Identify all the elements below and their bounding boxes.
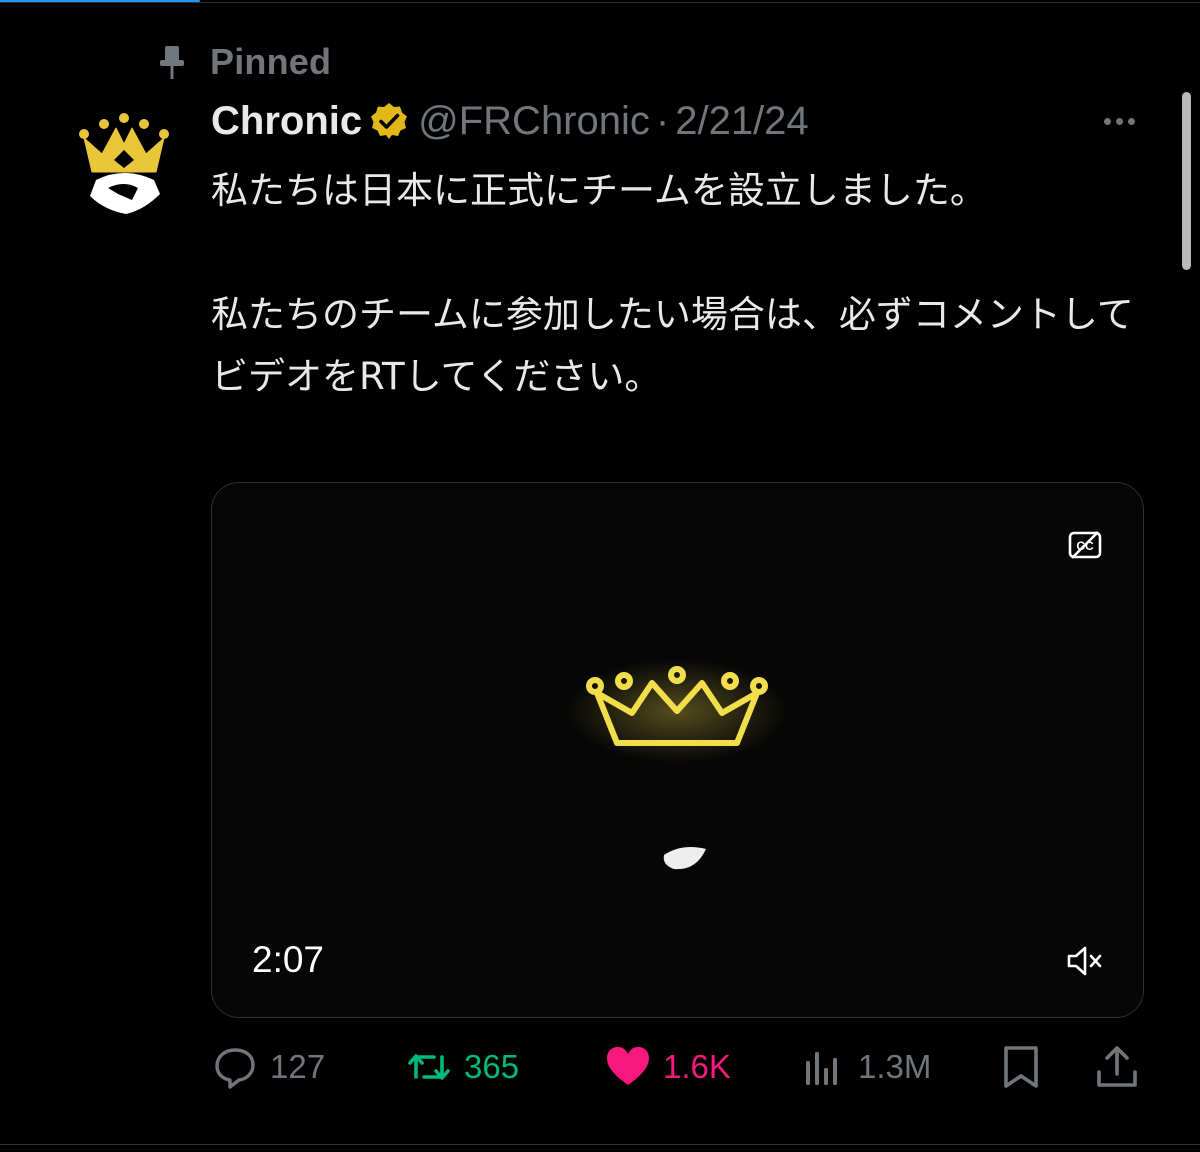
more-dot-icon (1103, 117, 1111, 125)
tweet-text: 私たちは日本に正式にチームを設立しました。 私たちのチームに参加したい場合は、必… (211, 160, 1151, 408)
more-dot-icon (1127, 117, 1135, 125)
like-button[interactable]: 1.6K (605, 1042, 731, 1092)
retweet-count: 365 (464, 1048, 520, 1085)
share-icon (1097, 1046, 1137, 1087)
verified-badge-icon[interactable] (370, 102, 408, 140)
pin-icon (160, 46, 184, 79)
share-button[interactable] (1094, 1042, 1140, 1092)
reply-button[interactable]: 127 (212, 1042, 325, 1092)
crown-logo-icon (79, 113, 169, 214)
more-options-button[interactable] (1094, 104, 1144, 138)
tweet-date[interactable]: 2/21/24 (675, 99, 808, 144)
more-dot-icon (1115, 117, 1123, 125)
separator-dot: · (655, 98, 670, 143)
reply-icon (215, 1048, 255, 1089)
retweet-button[interactable]: 365 (406, 1042, 519, 1092)
like-count: 1.6K (663, 1048, 731, 1085)
author-handle[interactable]: @FRChronic (418, 99, 650, 144)
closed-captions-icon[interactable]: CC (1067, 527, 1103, 563)
tweet-paragraph: 私たちのチームに参加したい場合は、必ずコメントしてビデオをRTしてください。 (211, 293, 1134, 398)
speaker-muted-icon[interactable] (1065, 941, 1105, 981)
bookmark-icon (1004, 1046, 1038, 1088)
views-count: 1.3M (858, 1048, 932, 1085)
tweet-paragraph: 私たちは日本に正式にチームを設立しました。 (211, 169, 987, 212)
views-chart-icon (806, 1052, 837, 1085)
video-frame (212, 483, 1143, 1017)
heart-icon (607, 1047, 649, 1085)
reply-count: 127 (270, 1048, 326, 1085)
avatar[interactable] (74, 110, 174, 220)
pinned-row: Pinned (150, 40, 331, 84)
bookmark-button[interactable] (998, 1042, 1044, 1092)
scrollbar[interactable] (1182, 92, 1191, 270)
top-divider (0, 2, 1200, 3)
views-button[interactable]: 1.3M (800, 1042, 931, 1092)
video-duration: 2:07 (252, 939, 325, 980)
tweet-header: Chronic @FRChronic · 2/21/24 (211, 98, 809, 144)
pinned-label: Pinned (210, 41, 332, 82)
video-player[interactable]: CC 2:07 (211, 482, 1144, 1018)
retweet-icon (408, 1054, 450, 1080)
bottom-divider (0, 1144, 1200, 1145)
display-name[interactable]: Chronic (211, 99, 362, 144)
